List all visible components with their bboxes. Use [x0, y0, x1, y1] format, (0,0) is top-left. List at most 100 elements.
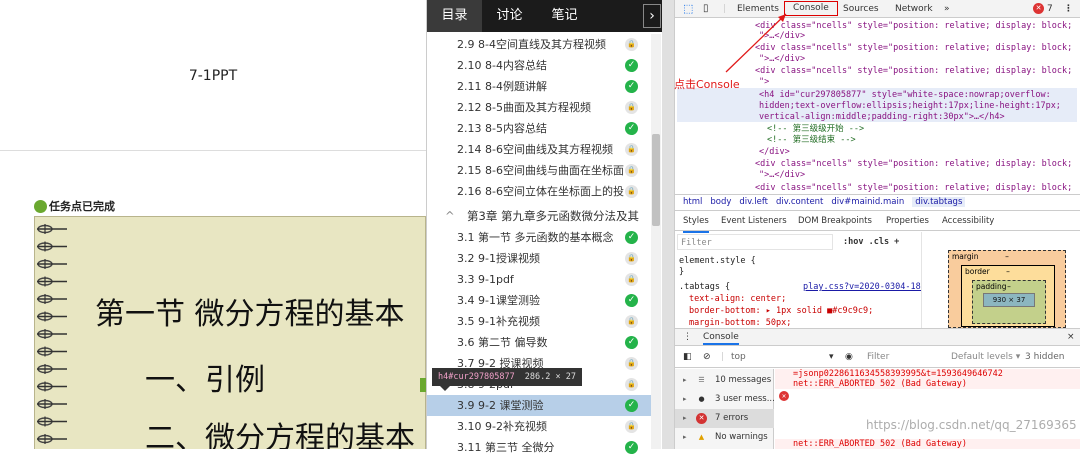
- style-rule-line: }: [679, 267, 685, 277]
- list-item[interactable]: 2.13 8-5内容总结 ✓: [427, 118, 651, 139]
- tab-dom-breakpoints[interactable]: DOM Breakpoints: [798, 211, 872, 231]
- clear-console-icon[interactable]: ⊘: [703, 346, 711, 368]
- lock-icon: 🔒: [625, 357, 638, 370]
- list-item[interactable]: 2.14 8-6空间曲线及其方程视频 🔒: [427, 139, 651, 160]
- breadcrumb-item[interactable]: div.left: [739, 197, 768, 207]
- lock-icon: 🔒: [625, 101, 638, 114]
- dom-node-line[interactable]: ">…</div>: [759, 54, 1080, 65]
- inspect-cursor-icon[interactable]: ⬚: [683, 0, 693, 18]
- list-item[interactable]: 3.3 9-1pdf 🔒: [427, 269, 651, 290]
- tab-accessibility[interactable]: Accessibility: [942, 211, 994, 231]
- breadcrumb-item[interactable]: div.tabtags: [912, 197, 966, 207]
- breadcrumb-item[interactable]: body: [710, 197, 731, 207]
- list-item[interactable]: 2.10 8-4内容总结 ✓: [427, 55, 651, 76]
- scrollbar-thumb[interactable]: [652, 134, 660, 226]
- style-property[interactable]: text-align: center;: [689, 294, 786, 304]
- dom-node-line[interactable]: <!-- 第三级结束 -->: [767, 135, 1080, 146]
- dom-node-line[interactable]: <div class="ncells" style="position: rel…: [755, 66, 1080, 77]
- breadcrumb-item[interactable]: html: [683, 197, 702, 207]
- log-levels-dropdown[interactable]: Default levels ▾: [951, 346, 1020, 368]
- slide-subheading-2: 二、微分方程的基本: [145, 421, 415, 449]
- devtools-panel: ⬚ ▯ | Elements Console Sources Network »…: [674, 0, 1080, 449]
- list-item[interactable]: 2.12 8-5曲面及其方程视频 🔒: [427, 97, 651, 118]
- console-message: =jsonp0228611634558393995&t=159364964674…: [775, 369, 1080, 379]
- messages-icon: ☰: [698, 376, 705, 384]
- console-sidebar-item[interactable]: ▸ ● 3 user mess...: [675, 390, 775, 409]
- list-item[interactable]: 3.6 第二节 偏导数 ✓: [427, 332, 651, 353]
- breadcrumb-item[interactable]: div.content: [776, 197, 823, 207]
- list-item[interactable]: 3.11 第三节 全微分 ✓: [427, 437, 651, 458]
- live-expression-eye-icon[interactable]: ◉: [845, 346, 853, 368]
- collapse-arrow-icon[interactable]: ›: [643, 4, 661, 28]
- breadcrumb-item[interactable]: div#mainid.main: [831, 197, 904, 207]
- context-dropdown-icon[interactable]: ▾: [829, 346, 834, 368]
- dom-node-line[interactable]: <div class="ncells" style="position: rel…: [755, 159, 1080, 170]
- drawer-menu-icon[interactable]: ⋮: [683, 329, 692, 345]
- tab-discussion[interactable]: 讨论: [482, 0, 537, 32]
- console-filter-input[interactable]: Filter: [867, 346, 889, 368]
- styles-filter-options[interactable]: :hov .cls +: [843, 234, 899, 250]
- context-selector[interactable]: top: [731, 346, 746, 368]
- device-toolbar-icon[interactable]: ▯: [703, 0, 709, 18]
- slide: 第一节 微分方程的基本 一、引例 二、微分方程的基本: [34, 216, 426, 449]
- style-property[interactable]: border-bottom: ▸ 1px solid ■#c9c9c9;: [689, 306, 873, 316]
- dom-node-line[interactable]: <div class="ncells" style="position: rel…: [755, 43, 1080, 54]
- dom-node-line[interactable]: <h4 id="cur297805877" style="white-space…: [759, 90, 1080, 101]
- tab-notes[interactable]: 笔记: [537, 0, 592, 32]
- list-item[interactable]: 3.9 9-2 课堂测验 ✓: [427, 395, 651, 416]
- error-badge-icon[interactable]: ✕: [1033, 3, 1044, 14]
- expand-arrow-icon[interactable]: ▸: [683, 409, 687, 428]
- dom-node-line[interactable]: </div>: [759, 147, 1080, 158]
- list-item[interactable]: 3.4 9-1课堂测验 ✓: [427, 290, 651, 311]
- list-item[interactable]: 2.11 8-4例题讲解 ✓: [427, 76, 651, 97]
- check-icon: ✓: [625, 122, 638, 135]
- list-item[interactable]: 2.15 8-6空间曲线与曲面在坐标面... 🔒: [427, 160, 651, 181]
- box-content: 930 × 37: [983, 293, 1035, 307]
- tab-network[interactable]: Network: [895, 0, 933, 18]
- list-item[interactable]: 2.16 8-6空间立体在坐标面上的投... 🔒: [427, 181, 651, 202]
- chapter-header[interactable]: ^ 第3章 第九章多元函数微分法及其: [427, 206, 651, 226]
- list-item[interactable]: 3.1 第一节 多元函数的基本概念 ✓: [427, 227, 651, 248]
- tab-styles[interactable]: Styles: [683, 211, 709, 233]
- tab-sources[interactable]: Sources: [843, 0, 879, 18]
- lock-icon: 🔒: [625, 143, 638, 156]
- console-sidebar-item[interactable]: ▸ ▲ No warnings: [675, 428, 774, 447]
- expand-arrow-icon[interactable]: ▸: [683, 428, 687, 447]
- scrollbar[interactable]: [651, 34, 661, 449]
- lock-icon: 🔒: [625, 185, 638, 198]
- console-sidebar-item[interactable]: ▸ ✕ 7 errors: [675, 409, 774, 428]
- dom-node-line[interactable]: <div class="ncells" style="position: rel…: [755, 183, 1080, 194]
- drawer-console-tab[interactable]: Console: [703, 329, 739, 345]
- dom-node-line[interactable]: <!-- 第三级级开始 -->: [767, 124, 1080, 135]
- style-property[interactable]: margin-bottom: 50px;: [689, 318, 791, 328]
- dom-node-line[interactable]: ">…</div>: [759, 31, 1080, 42]
- error-count[interactable]: 7: [1047, 0, 1053, 18]
- styles-filter-input[interactable]: Filter: [677, 234, 833, 250]
- expand-arrow-icon[interactable]: ▸: [683, 371, 687, 390]
- catalog-list: 2.9 8-4空间直线及其方程视频 🔒 2.10 8-4内容总结 ✓ 2.11 8-4例…: [427, 34, 651, 454]
- devtools-menu-icon[interactable]: ⋮: [1064, 0, 1073, 18]
- console-sidebar-item[interactable]: ▸ ☰ 10 messages: [675, 371, 774, 390]
- dom-node-line[interactable]: hidden;text-overflow:ellipsis;height:17p…: [759, 101, 1080, 112]
- dom-node-line[interactable]: vertical-align:middle;padding-right:30px…: [759, 112, 1080, 123]
- check-icon: ✓: [625, 294, 638, 307]
- dom-node-line[interactable]: ">: [759, 77, 1080, 88]
- close-icon[interactable]: ×: [1067, 329, 1075, 345]
- tab-catalog[interactable]: 目录: [427, 0, 482, 32]
- error-icon: ✕: [696, 413, 707, 424]
- list-item-label: 2.16 8-6空间立体在坐标面上的投...: [457, 185, 625, 198]
- console-message: net::ERR_ABORTED 502 (Bad Gateway): [775, 439, 1080, 449]
- sidebar-toggle-icon[interactable]: ◧: [683, 346, 692, 368]
- tab-event-listeners[interactable]: Event Listeners: [721, 211, 787, 231]
- list-item-label: 2.10 8-4内容总结: [457, 59, 547, 72]
- tooltip-dims: 286.2 × 27: [524, 372, 576, 382]
- expand-arrow-icon[interactable]: ▸: [683, 390, 687, 409]
- dom-node-line[interactable]: ">…</div>: [759, 170, 1080, 181]
- list-item[interactable]: 2.9 8-4空间直线及其方程视频 🔒: [427, 34, 651, 55]
- list-item[interactable]: 3.10 9-2补充视频 🔒: [427, 416, 651, 437]
- list-item[interactable]: 3.5 9-1补充视频 🔒: [427, 311, 651, 332]
- more-tabs-icon[interactable]: »: [944, 0, 950, 18]
- tab-properties[interactable]: Properties: [886, 211, 929, 231]
- list-item[interactable]: 3.2 9-1授课视频 🔒: [427, 248, 651, 269]
- style-rule-line: element.style {: [679, 256, 756, 266]
